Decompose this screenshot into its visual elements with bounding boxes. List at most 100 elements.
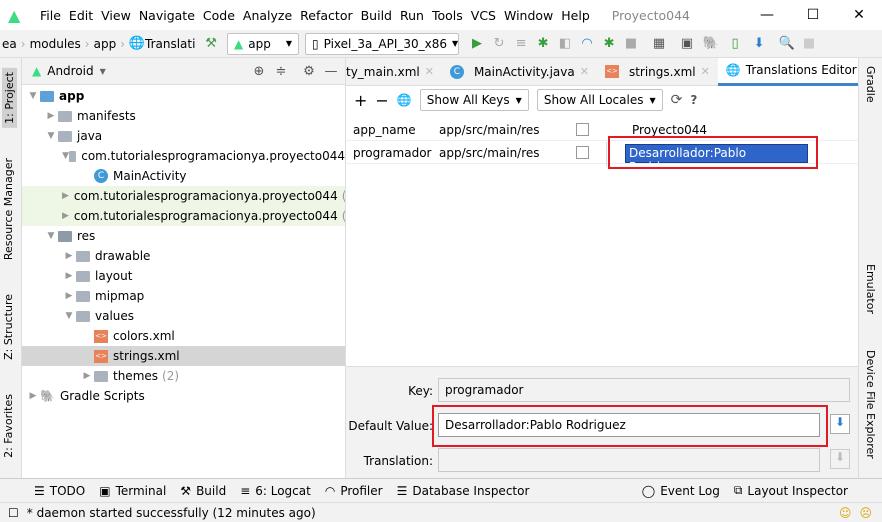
tree-item[interactable]: ▶ drawable <box>22 246 345 266</box>
hide-icon[interactable]: — <box>323 63 339 79</box>
tab-activity-main-xml[interactable]: ty_main.xml ✕ <box>346 58 442 86</box>
gear-icon[interactable]: ⚙ <box>301 63 317 79</box>
chevron-down-icon[interactable]: ▼ <box>26 91 40 101</box>
tab-structure[interactable]: Z: Structure <box>2 294 15 360</box>
chevron-right-icon[interactable]: ▶ <box>26 391 40 401</box>
tab-strings-xml[interactable]: <> strings.xml ✕ <box>597 58 718 86</box>
menu-analyze[interactable]: Analyze <box>239 8 296 23</box>
tool-todo[interactable]: ☰ TODO <box>34 484 85 498</box>
chevron-down-icon[interactable]: ▼ <box>44 231 58 241</box>
tree-item[interactable]: ▶ com.tutorialesprogramacionya.proyecto04… <box>22 186 345 206</box>
breadcrumb-modules[interactable]: modules <box>30 37 81 51</box>
close-button[interactable]: ✕ <box>836 0 882 30</box>
minimize-button[interactable]: — <box>744 0 790 30</box>
tab-device-file-explorer[interactable]: Device File Explorer <box>864 350 877 459</box>
tool-terminal[interactable]: ▣ Terminal <box>99 484 166 498</box>
stop-icon[interactable]: ■ <box>623 36 639 52</box>
debug-icon[interactable]: ✱ <box>535 36 551 52</box>
search-icon[interactable]: 🔍 <box>779 36 795 52</box>
tree-item[interactable]: ▼ values <box>22 306 345 326</box>
attach-debugger-icon[interactable]: ◧ <box>557 36 573 52</box>
chevron-down-icon[interactable]: ▼ <box>100 67 106 76</box>
run-icon[interactable]: ▶ <box>469 36 485 52</box>
chevron-right-icon[interactable]: ▶ <box>44 111 58 121</box>
tool-event-log[interactable]: ◯ Event Log <box>642 484 720 498</box>
apply-changes-icon[interactable]: ↻ <box>491 36 507 52</box>
project-view-select[interactable]: Android <box>47 64 93 78</box>
apply-code-icon[interactable]: ≡ <box>513 36 529 52</box>
tree-item[interactable]: ▼ res <box>22 226 345 246</box>
breadcrumb-translations[interactable]: Translatic <box>145 37 195 51</box>
menu-help[interactable]: Help <box>557 8 594 23</box>
chevron-right-icon[interactable]: ▶ <box>62 191 69 201</box>
chevron-right-icon[interactable]: ▶ <box>62 291 76 301</box>
menu-build[interactable]: Build <box>357 8 396 23</box>
feedback-sad-icon[interactable]: ☹ <box>859 506 872 520</box>
add-key-icon[interactable]: + <box>354 91 367 110</box>
help-icon[interactable]: ? <box>690 93 697 107</box>
collapse-all-icon[interactable]: ≑ <box>273 63 289 79</box>
remove-key-icon[interactable]: − <box>375 91 388 110</box>
tool-database-inspector[interactable]: ☰ Database Inspector <box>397 484 530 498</box>
refresh-icon[interactable]: ⟳ <box>671 92 683 108</box>
tree-item[interactable]: ▶ themes (2) <box>22 366 345 386</box>
menu-refactor[interactable]: Refactor <box>296 8 356 23</box>
tab-gradle[interactable]: Gradle <box>864 66 877 103</box>
maximize-button[interactable]: ☐ <box>790 0 836 30</box>
tree-item[interactable]: ▶ layout <box>22 266 345 286</box>
tab-favorites[interactable]: 2: Favorites <box>2 394 15 458</box>
device-select[interactable]: ▯ Pixel_3a_API_30_x86 ▼ <box>305 32 460 55</box>
menu-view[interactable]: View <box>97 8 135 23</box>
hammer-icon[interactable]: ⚒ <box>203 36 219 52</box>
tree-item[interactable]: ▶ 🐘 Gradle Scripts <box>22 386 345 406</box>
feedback-happy-icon[interactable]: ☺ <box>839 506 852 520</box>
chevron-down-icon[interactable]: ▼ <box>62 151 69 161</box>
locales-filter-select[interactable]: Show All Locales ▼ <box>536 89 663 111</box>
chevron-down-icon[interactable]: ▼ <box>44 131 58 141</box>
attach-process-icon[interactable]: ✱ <box>601 36 617 52</box>
chevron-right-icon[interactable]: ▶ <box>80 371 94 381</box>
menu-window[interactable]: Window <box>500 8 557 23</box>
tab-project[interactable]: 1: Project <box>2 68 17 128</box>
tree-item[interactable]: <> colors.xml <box>22 326 345 346</box>
default-value-cell[interactable]: Proyecto044 <box>632 123 707 137</box>
expand-editor-icon[interactable]: ⬇ <box>830 414 850 434</box>
tree-item[interactable]: ▶ com.tutorialesprogramacionya.proyecto04… <box>22 206 345 226</box>
tool-layout-inspector[interactable]: ⧉ Layout Inspector <box>734 483 848 498</box>
key-cell[interactable]: programador <box>353 146 431 160</box>
tab-translations-editor[interactable]: 🌐Translations Editor✕ <box>717 57 879 86</box>
tree-item[interactable]: ▶ mipmap <box>22 286 345 306</box>
terminal-icon[interactable]: ▣ <box>679 36 695 52</box>
menu-code[interactable]: Code <box>199 8 239 23</box>
breadcrumb-app[interactable]: app <box>94 37 117 51</box>
menu-navigate[interactable]: Navigate <box>135 8 199 23</box>
menu-tools[interactable]: Tools <box>428 8 467 23</box>
account-icon[interactable]: ■ <box>801 36 817 52</box>
close-icon[interactable]: ✕ <box>701 65 710 78</box>
tool-profiler[interactable]: ◠ Profiler <box>325 484 383 498</box>
avd-manager-icon[interactable]: ▯ <box>727 36 743 52</box>
key-cell[interactable]: app_name <box>353 123 416 137</box>
tree-item[interactable]: ▼ java <box>22 126 345 146</box>
sdk-manager-icon[interactable]: ⬇ <box>751 36 767 52</box>
untranslatable-checkbox[interactable] <box>576 146 589 159</box>
menu-run[interactable]: Run <box>396 8 428 23</box>
tool-build[interactable]: ⚒ Build <box>180 484 226 498</box>
status-toggle-icon[interactable]: ☐ <box>8 506 19 520</box>
chevron-right-icon[interactable]: ▶ <box>62 251 76 261</box>
expand-editor-icon[interactable]: ⬇ <box>830 449 850 469</box>
close-icon[interactable]: ✕ <box>425 65 434 78</box>
close-icon[interactable]: ✕ <box>580 65 589 78</box>
translation-input[interactable] <box>438 448 820 472</box>
chevron-down-icon[interactable]: ▼ <box>62 311 76 321</box>
tool-logcat[interactable]: ≡ 6: Logcat <box>240 484 311 498</box>
tree-item[interactable]: <> strings.xml <box>22 346 345 366</box>
untranslatable-checkbox[interactable] <box>576 123 589 136</box>
tree-item[interactable]: ▼ com.tutorialesprogramacionya.proyecto04… <box>22 146 345 166</box>
run-config-select[interactable]: ▲ app ▼ <box>227 32 300 55</box>
tree-item[interactable]: ▶ manifests <box>22 106 345 126</box>
tree-item[interactable]: C MainActivity <box>22 166 345 186</box>
locate-icon[interactable]: ⊕ <box>251 63 267 79</box>
breadcrumb-project[interactable]: ea <box>2 37 17 51</box>
chevron-right-icon[interactable]: ▶ <box>62 271 76 281</box>
